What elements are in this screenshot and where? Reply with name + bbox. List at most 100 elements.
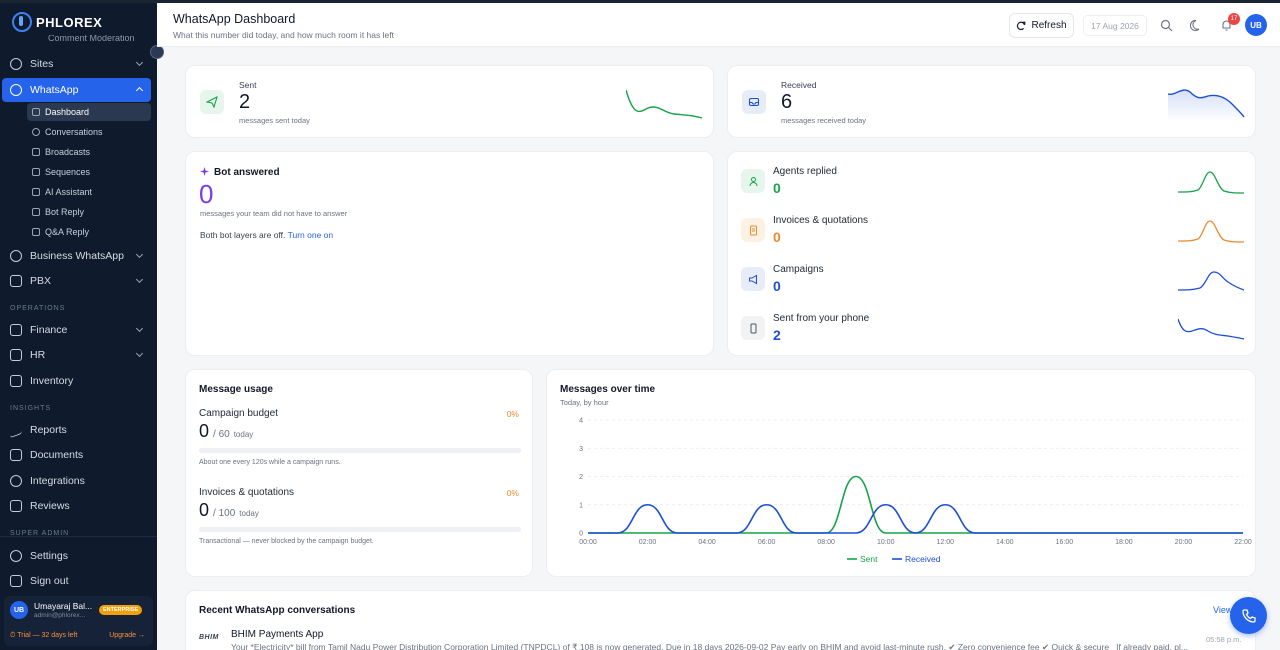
date-chip[interactable]: 17 Aug 2026 <box>1083 15 1147 36</box>
sidebar-collapse-button[interactable] <box>150 45 164 59</box>
dashboard-icon <box>32 108 40 116</box>
trial-notice: ⏱ Trial — 32 days left <box>10 632 78 639</box>
sidebar-item-label: Reports <box>30 424 67 436</box>
bot-status: Both bot layers are off. <box>200 230 286 240</box>
invoices-budget-label: Invoices & quotations <box>199 487 295 498</box>
received-sparkline-area <box>1168 90 1244 122</box>
sub-item-dashboard[interactable]: Dashboard <box>27 103 151 121</box>
upgrade-link[interactable]: Upgrade → <box>109 632 145 639</box>
campaign-budget-bar <box>199 448 521 453</box>
sign-out-icon <box>10 575 22 587</box>
sidebar-item-reports[interactable]: Reports <box>2 418 151 442</box>
notification-badge: 17 <box>1228 13 1240 25</box>
chevron-down-icon <box>135 324 144 333</box>
sidebar-item-settings[interactable]: Settings <box>2 544 151 568</box>
phone-sparkline-path <box>1178 318 1245 340</box>
bot-note: messages your team did not have to answe… <box>200 209 348 218</box>
sidebar-item-hr[interactable]: HR <box>2 343 151 367</box>
sub-item-bot-reply[interactable]: Bot Reply <box>27 203 151 221</box>
sidebar-item-sites[interactable]: Sites <box>2 52 151 76</box>
avatar: UB <box>10 601 28 619</box>
invoices-sparkline-path <box>1178 220 1245 243</box>
sidebar-item-whatsapp[interactable]: WhatsApp <box>2 78 151 102</box>
sent-sparkline-path <box>626 89 703 119</box>
campaigns-sparkline-path <box>1178 271 1245 291</box>
sidebar-item-label: WhatsApp <box>30 84 79 96</box>
sub-item-label: Dashboard <box>45 107 90 117</box>
sidebar-item-business-whatsapp[interactable]: Business WhatsApp <box>2 244 151 268</box>
header: WhatsApp Dashboard What this number did … <box>157 0 1280 47</box>
sidebar-item-integrations[interactable]: Integrations <box>2 469 151 493</box>
campaigns-value: 0 <box>773 278 781 294</box>
sidebar-item-label: Inventory <box>30 375 74 387</box>
breakdown-card: Agents replied 0 Invoices & quotations 0… <box>727 151 1256 356</box>
sidebar-item-reviews[interactable]: Reviews <box>2 494 151 518</box>
sparkle-icon <box>200 167 209 176</box>
globe-icon <box>10 58 22 70</box>
sequence-icon <box>32 168 40 176</box>
conversation-row[interactable]: BHIM BHIM Payments App Your *Electricity… <box>186 625 1257 650</box>
invoices-value: 0 <box>773 229 781 245</box>
sent-sparkline <box>626 89 703 119</box>
invoices-budget-unit: today <box>239 509 259 518</box>
campaign-budget-value: 0 <box>199 421 210 441</box>
x-tick-label: 14:00 <box>996 539 1014 546</box>
sub-item-label: Q&A Reply <box>45 227 90 237</box>
sub-item-label: AI Assistant <box>45 187 93 197</box>
sidebar-item-inventory[interactable]: Inventory <box>2 369 151 393</box>
bhim-logo: BHIM <box>199 634 219 641</box>
sub-item-conversations[interactable]: Conversations <box>27 123 151 141</box>
y-tick-label: 3 <box>579 446 583 453</box>
recent-title: Recent WhatsApp conversations <box>199 605 356 616</box>
page-subtitle: What this number did today, and how much… <box>173 30 394 40</box>
agents-sparkline <box>1178 171 1245 194</box>
legend-label-received: Received <box>905 554 941 564</box>
sidebar-item-pbx[interactable]: PBX <box>2 269 151 293</box>
user-block[interactable]: UB Umayaraj Bal... admin@phlorex... ENTE… <box>4 596 153 646</box>
sub-item-sequences[interactable]: Sequences <box>27 163 151 181</box>
agents-sparkline-path <box>1178 171 1245 194</box>
sidebar-item-label: Business WhatsApp <box>30 250 124 262</box>
sub-item-label: Sequences <box>45 167 91 177</box>
bot-card-title: Bot answered <box>214 167 280 178</box>
phone-sparkline <box>1178 318 1245 340</box>
user-email: admin@phlorex... <box>34 612 86 619</box>
trend-icon <box>10 421 22 439</box>
x-tick-label: 06:00 <box>758 539 776 546</box>
x-tick-label: 02:00 <box>639 539 657 546</box>
qa-icon <box>32 228 40 236</box>
sidebar-divider <box>0 536 157 537</box>
sub-item-ai-assistant[interactable]: AI Assistant <box>27 183 151 201</box>
refresh-button[interactable]: Refresh <box>1009 13 1074 38</box>
section-label-insights: INSIGHTS <box>10 405 52 412</box>
chevron-down-icon <box>135 58 144 67</box>
messages-chart: 0 1 2 3 4 00:00 02:00 04:00 06:00 08:00 10:00 12:00… <box>579 418 1252 565</box>
sub-item-qa-reply[interactable]: Q&A Reply <box>27 223 151 241</box>
received-label: Received <box>781 80 817 90</box>
sidebar-item-finance[interactable]: Finance <box>2 318 151 342</box>
moon-icon[interactable] <box>1190 19 1203 32</box>
header-avatar[interactable]: UB <box>1245 14 1267 36</box>
call-fab-button[interactable] <box>1230 597 1267 634</box>
y-tick-label: 0 <box>579 531 583 538</box>
campaign-budget-label: Campaign budget <box>199 408 278 419</box>
x-tick-label: 10:00 <box>877 539 895 546</box>
search-icon[interactable] <box>1160 19 1173 32</box>
x-tick-label: 16:00 <box>1056 539 1074 546</box>
handshake-icon <box>10 349 22 361</box>
x-tick-label: 04:00 <box>698 539 716 546</box>
sub-item-broadcasts[interactable]: Broadcasts <box>27 143 151 161</box>
sidebar-item-sign-out[interactable]: Sign out <box>2 569 151 593</box>
clipped-nav-item[interactable]: Comment Moderation <box>48 35 135 44</box>
sidebar-item-label: Sign out <box>30 575 69 587</box>
sidebar-item-label: Documents <box>30 449 84 461</box>
conversation-time: 05:58 p.m. <box>1206 635 1242 644</box>
turn-on-link[interactable]: Turn one on <box>288 230 334 240</box>
chevron-down-icon <box>135 349 144 358</box>
sidebar-item-documents[interactable]: Documents <box>2 443 151 467</box>
phone-icon <box>1241 608 1256 623</box>
sent-value: 2 <box>239 91 251 113</box>
sidebar-item-label: Reviews <box>30 500 70 512</box>
campaign-budget-limit: / 60 <box>213 429 230 440</box>
star-icon <box>10 500 22 512</box>
